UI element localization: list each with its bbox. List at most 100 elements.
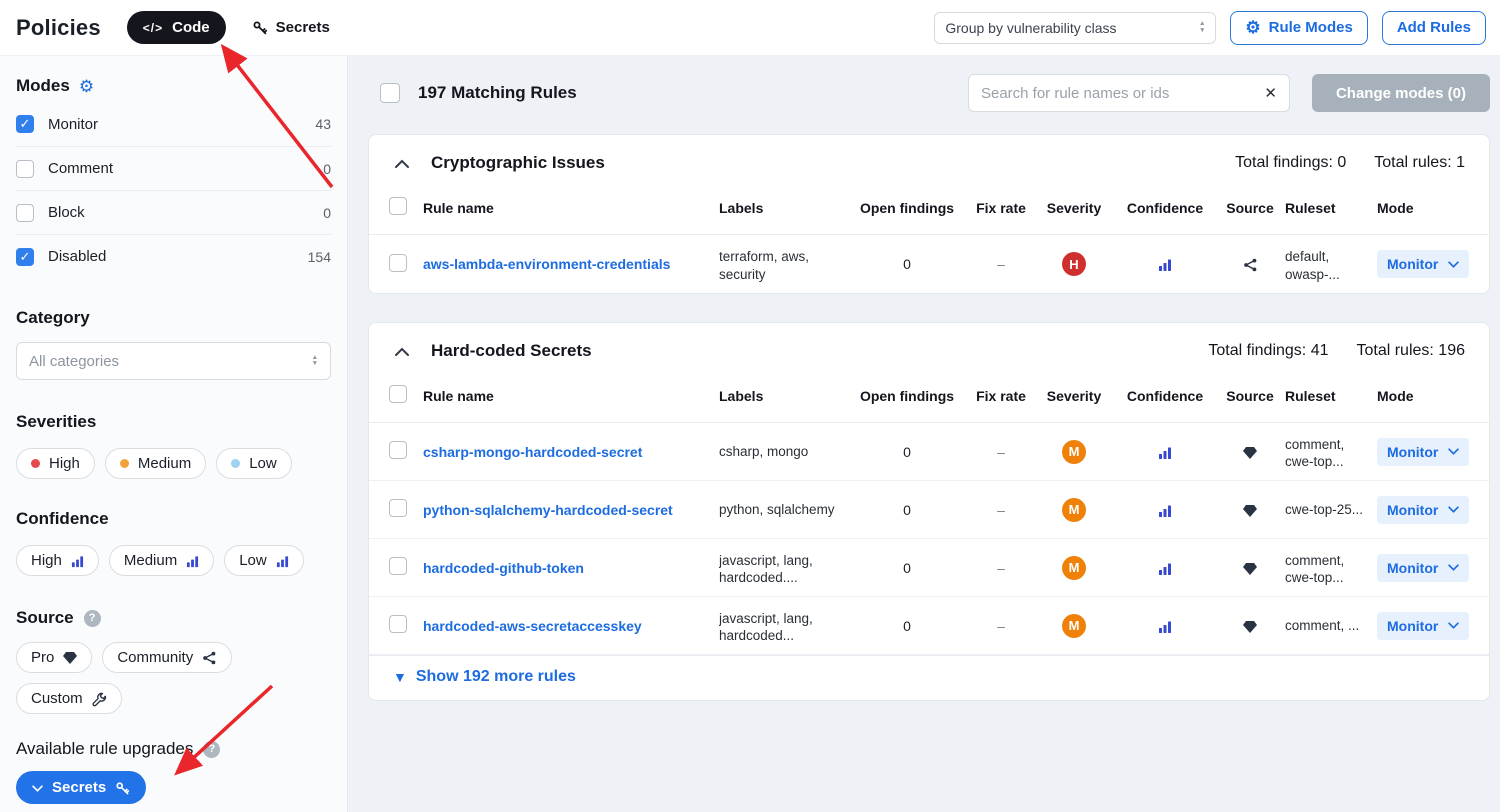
fix-rate-value: – bbox=[969, 440, 1039, 464]
category-value: All categories bbox=[29, 353, 119, 370]
severity-filter-medium[interactable]: Medium bbox=[105, 448, 206, 479]
change-modes-button[interactable]: Change modes (0) bbox=[1312, 74, 1490, 112]
rule-name-link[interactable]: aws-lambda-environment-credentials bbox=[423, 256, 670, 272]
add-rules-label: Add Rules bbox=[1397, 19, 1471, 36]
group-by-value: Group by vulnerability class bbox=[945, 20, 1116, 36]
gear-icon: ⚙ bbox=[1245, 19, 1260, 36]
row-checkbox[interactable] bbox=[389, 254, 407, 272]
group-select-checkbox[interactable] bbox=[389, 385, 407, 403]
rule-search-input[interactable] bbox=[981, 85, 1256, 102]
rule-labels: javascript, lang, hardcoded... bbox=[719, 606, 851, 646]
fix-rate-value: – bbox=[969, 498, 1039, 522]
clear-search-icon[interactable]: ✕ bbox=[1264, 84, 1277, 102]
fix-rate-value: – bbox=[969, 252, 1039, 276]
available-rule-upgrades-title: Available rule upgrades bbox=[16, 739, 193, 759]
key-icon bbox=[252, 19, 268, 36]
mode-label: Block bbox=[48, 204, 85, 221]
source-filter-community[interactable]: Community bbox=[102, 642, 232, 673]
modes-settings-gear-icon[interactable]: ⚙ bbox=[79, 78, 94, 95]
col-severity: Severity bbox=[1039, 196, 1115, 220]
mode-row-disabled[interactable]: Disabled 154 bbox=[16, 234, 331, 278]
row-checkbox[interactable] bbox=[389, 499, 407, 517]
comment-checkbox[interactable] bbox=[16, 160, 34, 178]
confidence-bars-icon bbox=[276, 552, 289, 569]
tab-code[interactable]: </> Code bbox=[127, 11, 226, 44]
source-filter-pro[interactable]: Pro bbox=[16, 642, 92, 673]
confidence-filter-high[interactable]: High bbox=[16, 545, 99, 576]
disabled-checkbox[interactable] bbox=[16, 248, 34, 266]
col-mode: Mode bbox=[1377, 384, 1489, 408]
mode-dropdown[interactable]: Monitor bbox=[1377, 612, 1469, 640]
upgrades-help-icon[interactable]: ? bbox=[203, 741, 220, 758]
confidence-filter-low[interactable]: Low bbox=[224, 545, 304, 576]
matching-rules-count: 197 Matching Rules bbox=[418, 83, 577, 103]
show-more-rules-link[interactable]: ▼ Show 192 more rules bbox=[369, 655, 1489, 700]
rule-modes-button[interactable]: ⚙ Rule Modes bbox=[1230, 11, 1367, 45]
rule-search-box: ✕ bbox=[968, 74, 1290, 112]
collapse-chevron-up-icon[interactable] bbox=[389, 343, 415, 360]
tab-secrets[interactable]: Secrets bbox=[252, 19, 330, 36]
group-by-select[interactable]: Group by vulnerability class bbox=[934, 12, 1216, 44]
source-filter-custom[interactable]: Custom bbox=[16, 683, 122, 714]
mode-dropdown[interactable]: Monitor bbox=[1377, 250, 1469, 278]
col-source: Source bbox=[1221, 384, 1285, 408]
category-select[interactable]: All categories bbox=[16, 342, 331, 380]
filters-sidebar: Modes ⚙ Monitor 43 Comment 0 Block 0 Dis… bbox=[0, 56, 348, 812]
rule-name-link[interactable]: hardcoded-github-token bbox=[423, 560, 584, 576]
gem-icon bbox=[1221, 440, 1285, 464]
confidence-filter-medium[interactable]: Medium bbox=[109, 545, 214, 576]
mode-value: Monitor bbox=[1387, 256, 1438, 272]
row-checkbox[interactable] bbox=[389, 557, 407, 575]
pill-label: Medium bbox=[138, 455, 191, 472]
source-help-icon[interactable]: ? bbox=[84, 610, 101, 627]
group-select-checkbox[interactable] bbox=[389, 197, 407, 215]
block-checkbox[interactable] bbox=[16, 204, 34, 222]
severity-filter-low[interactable]: Low bbox=[216, 448, 292, 479]
ruleset-value: comment, ... bbox=[1285, 613, 1377, 639]
rule-name-link[interactable]: csharp-mongo-hardcoded-secret bbox=[423, 444, 642, 460]
secrets-upgrade-button[interactable]: Secrets bbox=[16, 771, 146, 804]
mode-dropdown[interactable]: Monitor bbox=[1377, 554, 1469, 582]
mode-label: Comment bbox=[48, 160, 113, 177]
severity-badge: M bbox=[1062, 614, 1086, 638]
col-ruleset: Ruleset bbox=[1285, 384, 1377, 408]
rule-name-link[interactable]: hardcoded-aws-secretaccesskey bbox=[423, 618, 642, 634]
table-row: hardcoded-github-token javascript, lang,… bbox=[369, 539, 1489, 597]
table-row: csharp-mongo-hardcoded-secret csharp, mo… bbox=[369, 423, 1489, 481]
mode-row-block[interactable]: Block 0 bbox=[16, 190, 331, 234]
col-labels: Labels bbox=[719, 384, 851, 408]
select-stepper-icon bbox=[312, 355, 318, 368]
pill-label: Low bbox=[249, 455, 277, 472]
rule-name-link[interactable]: python-sqlalchemy-hardcoded-secret bbox=[423, 502, 673, 518]
pill-label: Community bbox=[117, 649, 193, 666]
open-findings-value: 0 bbox=[851, 556, 969, 580]
mode-label: Monitor bbox=[48, 116, 98, 133]
select-all-checkbox[interactable] bbox=[380, 83, 400, 103]
monitor-checkbox[interactable] bbox=[16, 115, 34, 133]
mode-row-monitor[interactable]: Monitor 43 bbox=[16, 102, 331, 146]
tab-secrets-label: Secrets bbox=[276, 19, 330, 36]
fix-rate-value: – bbox=[969, 614, 1039, 638]
row-checkbox[interactable] bbox=[389, 441, 407, 459]
confidence-bars-icon bbox=[1115, 497, 1221, 521]
severity-filter-high[interactable]: High bbox=[16, 448, 95, 479]
collapse-chevron-up-icon[interactable] bbox=[389, 155, 415, 172]
add-rules-button[interactable]: Add Rules bbox=[1382, 11, 1486, 45]
triangle-down-icon: ▼ bbox=[393, 669, 407, 685]
mode-row-comment[interactable]: Comment 0 bbox=[16, 146, 331, 190]
chevron-down-icon bbox=[32, 779, 43, 796]
fix-rate-value: – bbox=[969, 556, 1039, 580]
table-row: aws-lambda-environment-credentials terra… bbox=[369, 235, 1489, 293]
open-findings-value: 0 bbox=[851, 614, 969, 638]
total-findings: Total findings: 0 bbox=[1235, 154, 1346, 172]
select-stepper-icon bbox=[1199, 21, 1205, 34]
mode-value: Monitor bbox=[1387, 444, 1438, 460]
mode-dropdown[interactable]: Monitor bbox=[1377, 438, 1469, 466]
rule-labels: terraform, aws, security bbox=[719, 244, 851, 284]
rule-labels: python, sqlalchemy bbox=[719, 497, 851, 523]
row-checkbox[interactable] bbox=[389, 615, 407, 633]
col-mode: Mode bbox=[1377, 196, 1489, 220]
medium-severity-dot-icon bbox=[120, 459, 129, 468]
pill-label: High bbox=[31, 552, 62, 569]
mode-dropdown[interactable]: Monitor bbox=[1377, 496, 1469, 524]
